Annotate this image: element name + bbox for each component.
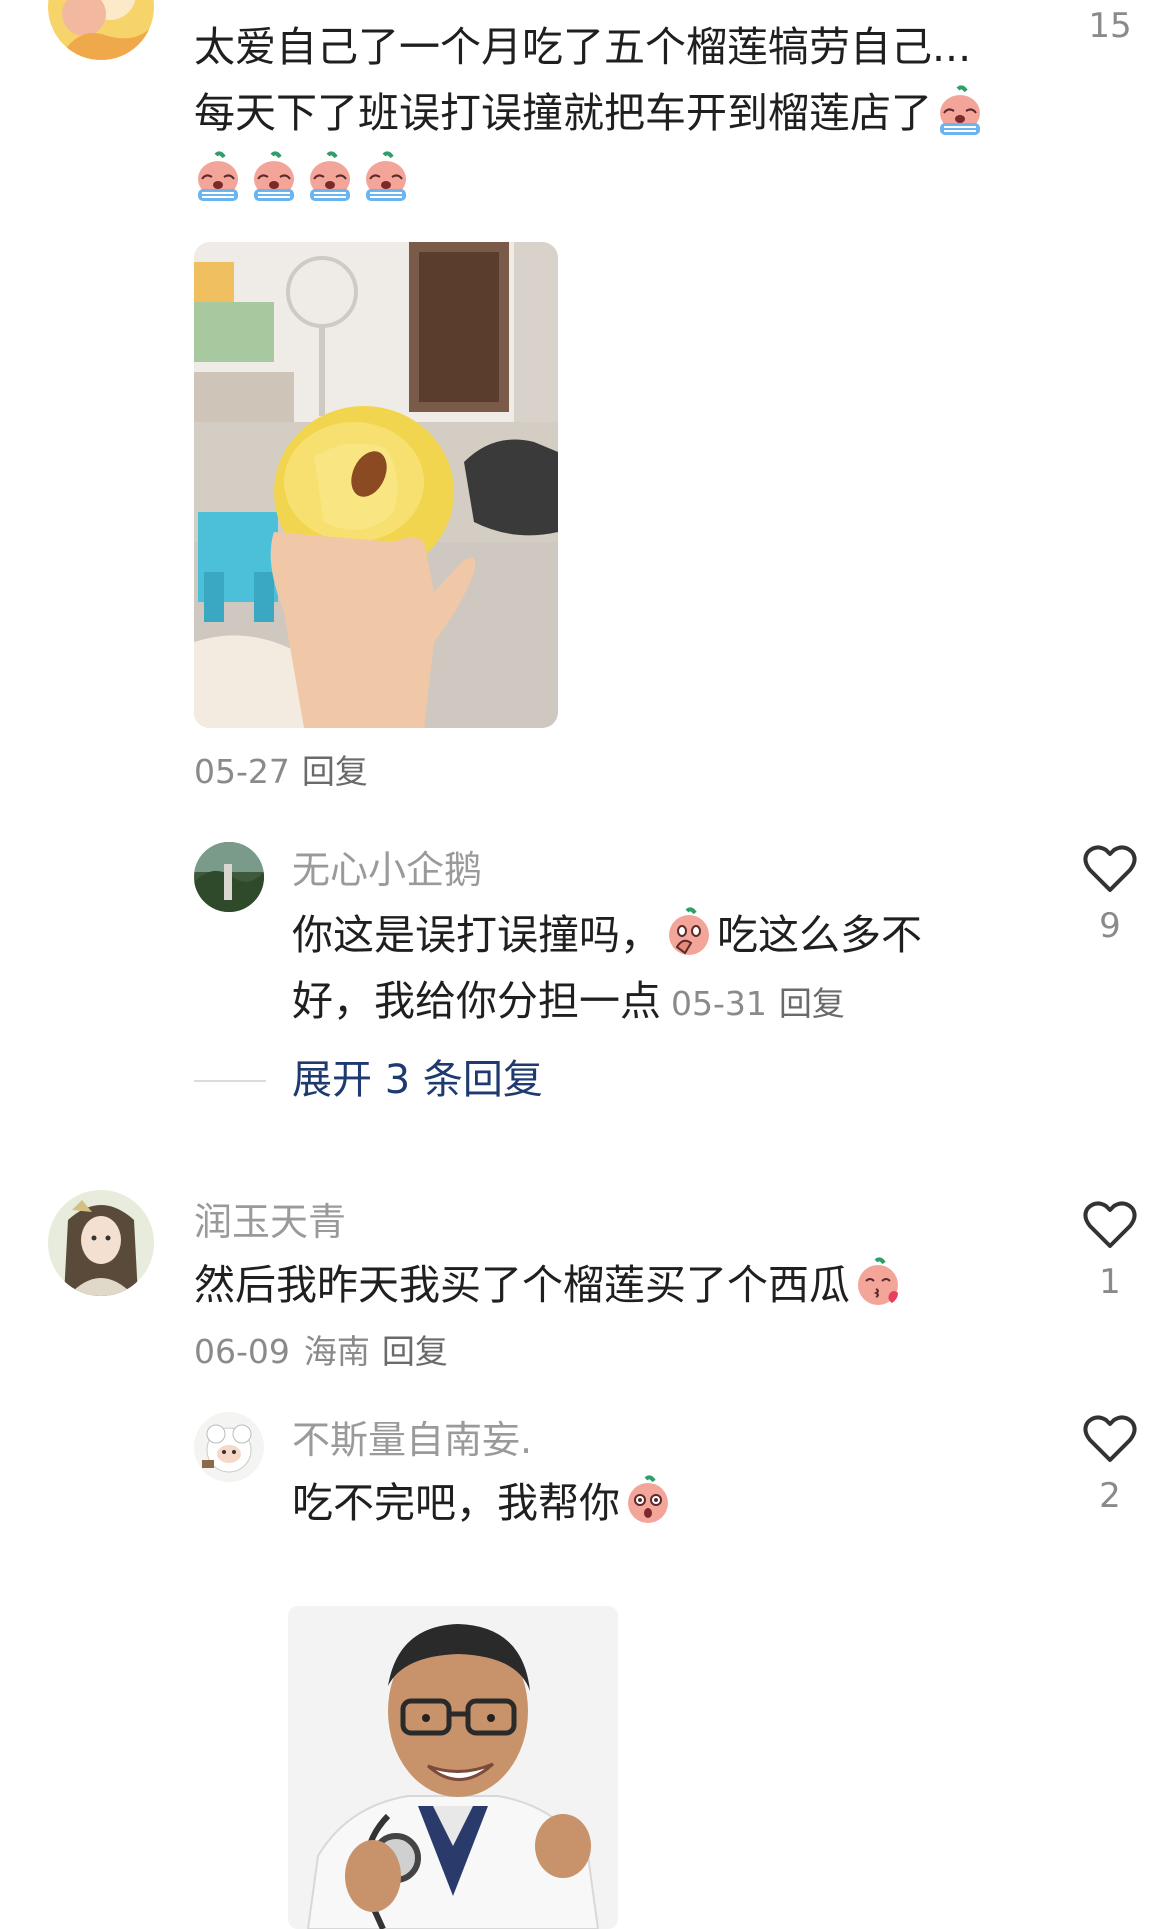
kissing-emoji-icon xyxy=(852,1257,904,1309)
comment-location: 海南 xyxy=(303,1332,370,1371)
comment-username[interactable]: 润玉天青 xyxy=(194,1198,346,1246)
like-count: 2 xyxy=(1099,1476,1121,1516)
avatar[interactable] xyxy=(194,842,264,912)
crying-emoji-icon xyxy=(248,151,300,203)
reply-meta: 05-31 回复 xyxy=(671,984,845,1023)
emoji-row xyxy=(190,146,1054,212)
heart-icon xyxy=(1083,1201,1137,1248)
avatar[interactable] xyxy=(48,1190,154,1296)
reply-date: 05-31 xyxy=(671,984,767,1023)
comment-date: 05-27 xyxy=(194,752,290,791)
comment-date: 06-09 xyxy=(194,1332,290,1371)
reply-button[interactable]: 回复 xyxy=(382,1332,448,1371)
like-button[interactable]: 1 xyxy=(1075,1200,1145,1304)
like-count: 15 xyxy=(1088,6,1132,46)
reply-username[interactable]: 无心小企鹅 xyxy=(292,846,482,894)
durian-photo[interactable] xyxy=(194,242,558,728)
like-count: 1 xyxy=(1099,1262,1121,1302)
reply-username[interactable]: 不斯量自南妄. xyxy=(292,1416,532,1464)
expand-replies-button[interactable]: 展开 3 条回复 xyxy=(292,1054,543,1106)
divider xyxy=(194,1080,266,1082)
reply-button[interactable]: 回复 xyxy=(779,984,845,1023)
like-button[interactable]: 9 xyxy=(1075,844,1145,948)
crying-emoji-icon xyxy=(360,151,412,203)
crying-emoji-icon xyxy=(192,151,244,203)
comment-text[interactable]: 太爱自己了一个月吃了五个榴莲犒劳自己... 每天下了班误打误撞就把车开到榴莲店了 xyxy=(194,14,1054,212)
covering-mouth-emoji-icon xyxy=(663,907,715,959)
reply-text-line: 你这是误打误撞吗， 吃这么多不 xyxy=(292,902,1012,968)
comment-text-line: 太爱自己了一个月吃了五个榴莲犒劳自己... xyxy=(194,23,972,71)
comment-meta: 06-09 海南 回复 xyxy=(194,1330,448,1374)
heart-icon xyxy=(1083,845,1137,892)
crying-emoji-icon xyxy=(934,85,986,137)
like-button[interactable]: 15 xyxy=(1075,0,1145,48)
reply-text[interactable]: 吃不完吧，我帮你 xyxy=(292,1470,1012,1536)
comment-meta: 05-27 回复 xyxy=(194,750,368,794)
avatar[interactable] xyxy=(194,1412,264,1482)
reply-button[interactable]: 回复 xyxy=(302,752,368,791)
doctor-meme-sticker[interactable] xyxy=(288,1606,618,1929)
like-button[interactable]: 2 xyxy=(1075,1414,1145,1518)
heart-icon xyxy=(1083,1415,1137,1462)
reply-text-line: 好，我给你分担一点 05-31 回复 xyxy=(292,977,845,1025)
surprised-emoji-icon xyxy=(622,1475,674,1527)
comment-text-line: 每天下了班误打误撞就把车开到榴莲店了 xyxy=(194,80,1054,146)
reply-text[interactable]: 你这是误打误撞吗， 吃这么多不 好，我给你分担一点 05-31 回复 xyxy=(292,902,1012,1037)
like-count: 9 xyxy=(1099,906,1121,946)
crying-emoji-icon xyxy=(304,151,356,203)
comment-text[interactable]: 然后我昨天我买了个榴莲买了个西瓜 xyxy=(194,1252,1054,1318)
avatar[interactable] xyxy=(48,0,154,60)
